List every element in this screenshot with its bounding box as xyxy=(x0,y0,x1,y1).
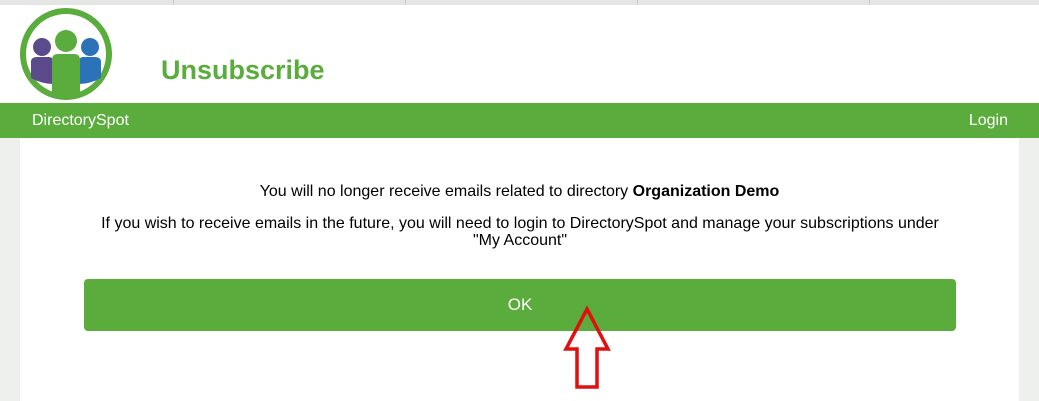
message-text: You will no longer receive emails relate… xyxy=(259,183,633,200)
unsubscribe-message: You will no longer receive emails relate… xyxy=(20,182,1019,202)
directory-name: Organization Demo xyxy=(632,183,780,200)
unsubscribe-card: You will no longer receive emails relate… xyxy=(20,138,1019,401)
ok-button[interactable]: OK xyxy=(84,279,956,331)
resubscribe-instructions: If you wish to receive emails in the fut… xyxy=(101,215,939,249)
people-group-logo-icon xyxy=(20,8,112,100)
page-header: Unsubscribe xyxy=(0,5,1039,103)
top-navbar: DirectorySpot Login xyxy=(0,103,1039,138)
nav-login-link[interactable]: Login xyxy=(969,103,1008,138)
red-up-arrow-icon xyxy=(563,306,611,389)
page-title: Unsubscribe xyxy=(161,55,325,85)
nav-brand-link[interactable]: DirectorySpot xyxy=(32,103,129,138)
